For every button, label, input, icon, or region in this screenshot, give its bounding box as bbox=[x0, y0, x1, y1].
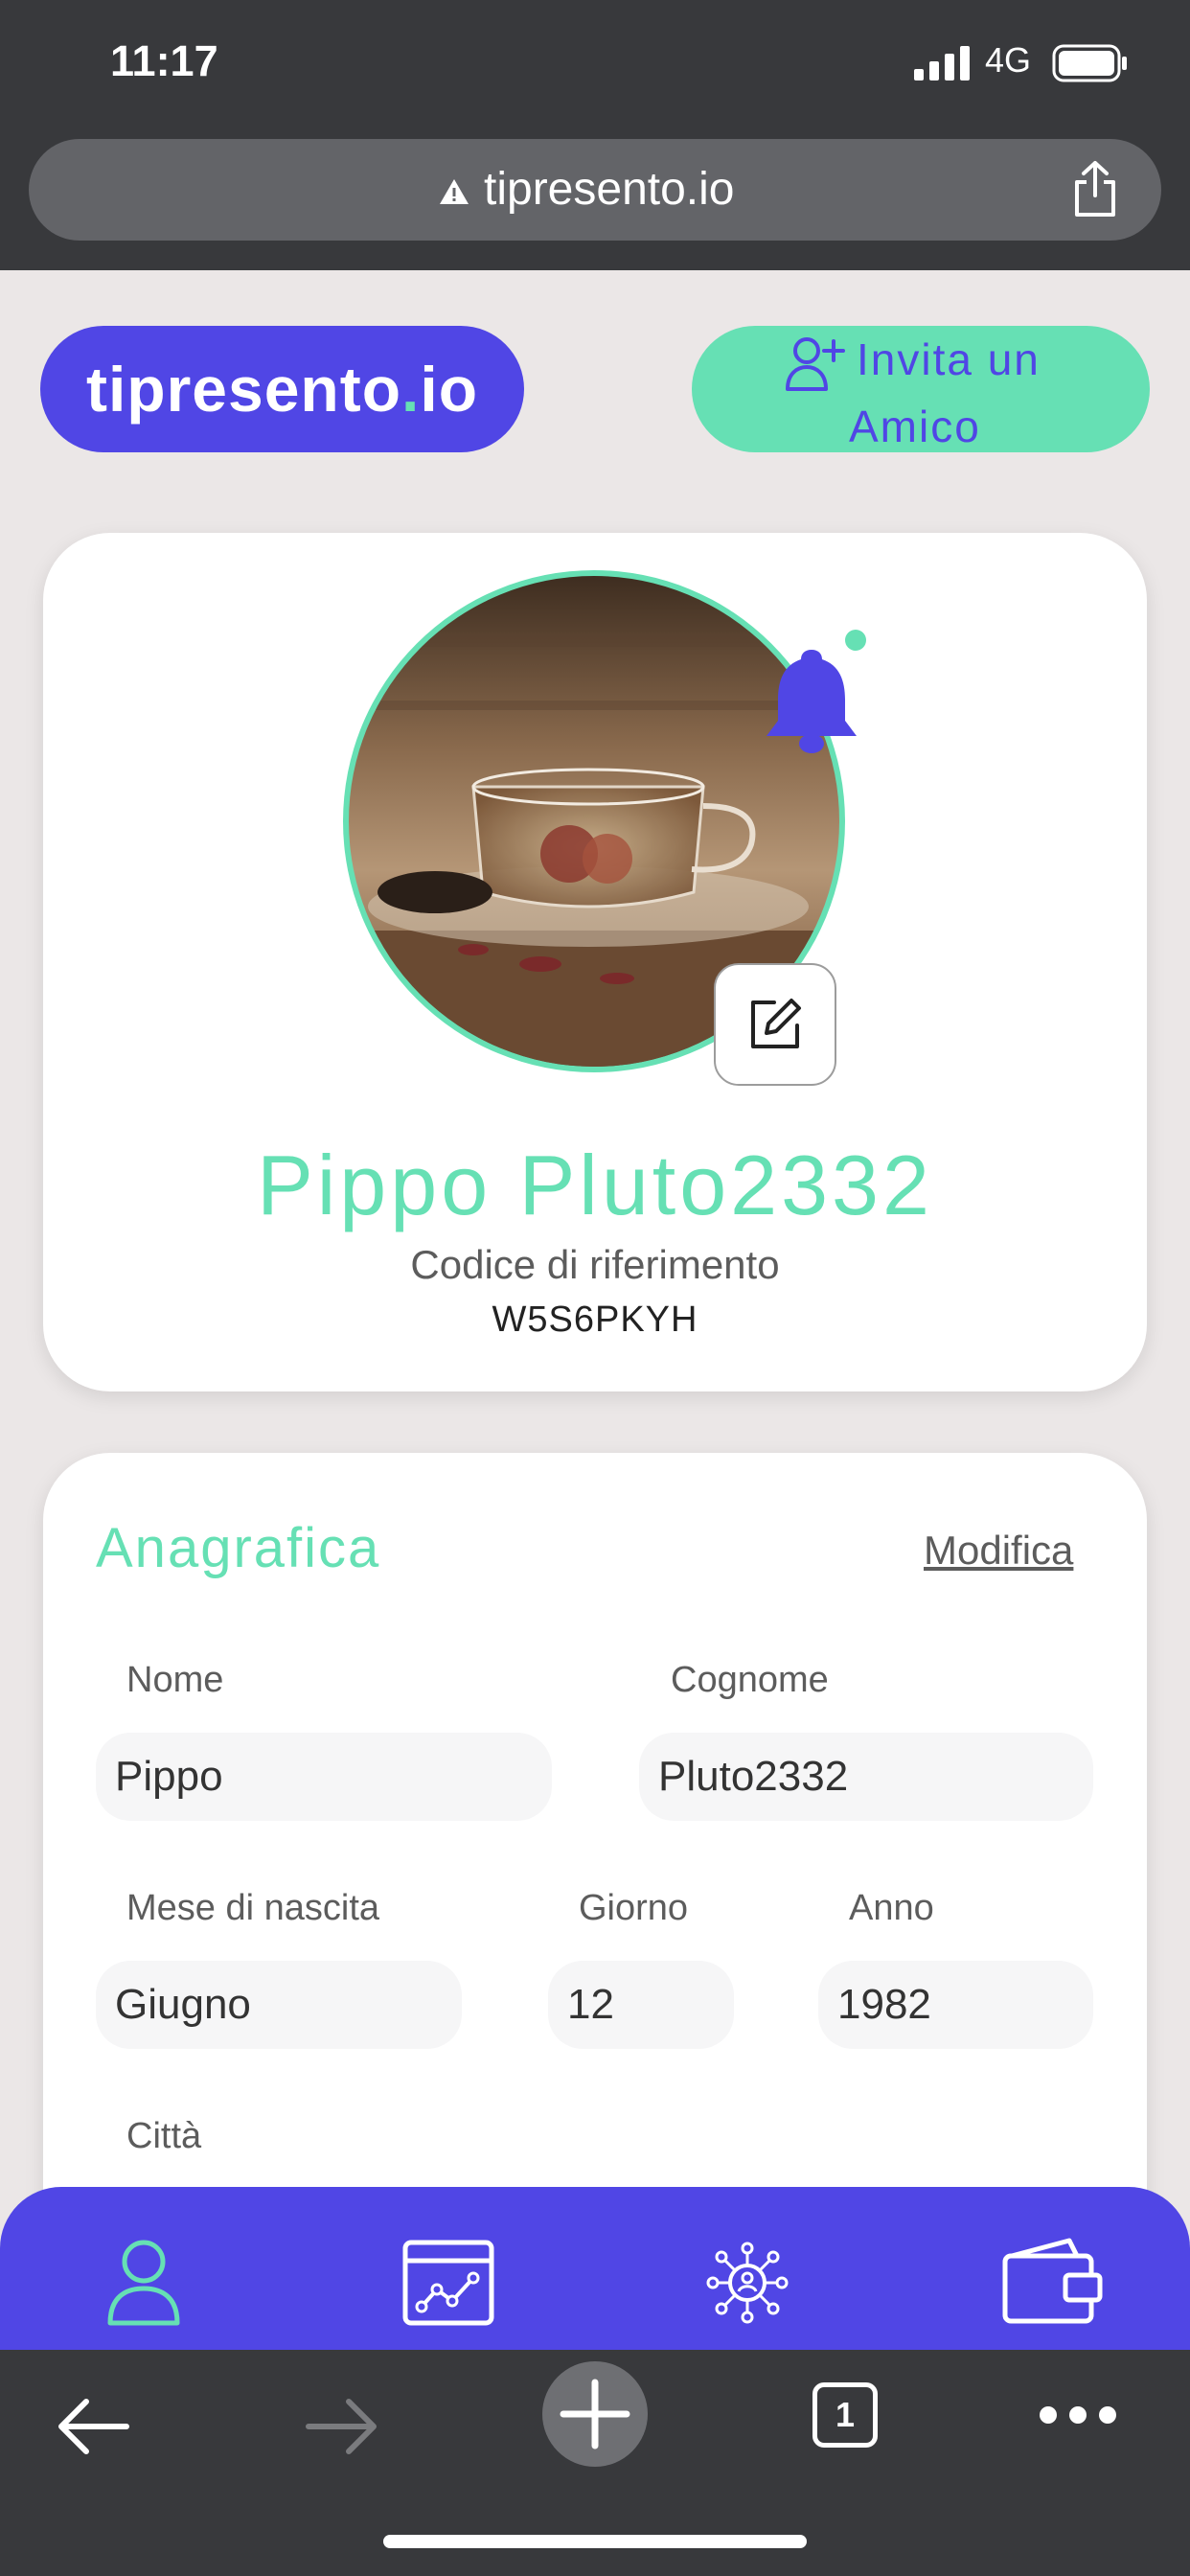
mese-label: Mese di nascita bbox=[126, 1888, 380, 1928]
edit-link[interactable]: Modifica bbox=[924, 1528, 1073, 1574]
add-user-icon bbox=[786, 337, 845, 391]
citta-label: Città bbox=[126, 2116, 202, 2156]
tabs-button[interactable]: 1 bbox=[812, 2382, 878, 2448]
home-indicator[interactable] bbox=[383, 2535, 807, 2548]
profile-name: Pippo Pluto2332 bbox=[257, 1138, 933, 1232]
wallet-icon[interactable] bbox=[1002, 2237, 1104, 2325]
anagrafica-card bbox=[43, 1453, 1147, 2315]
nome-field[interactable]: Pippo bbox=[96, 1733, 552, 1821]
invite-label-line2: Amico bbox=[849, 402, 981, 451]
giorno-label: Giorno bbox=[579, 1888, 689, 1928]
anagrafica-title: Anagrafica bbox=[96, 1517, 381, 1579]
referral-label: Codice di riferimento bbox=[410, 1242, 780, 1287]
network-icon[interactable] bbox=[705, 2241, 790, 2325]
mese-field[interactable]: Giugno bbox=[96, 1961, 462, 2049]
back-icon[interactable] bbox=[56, 2396, 130, 2457]
more-icon[interactable] bbox=[1039, 2405, 1117, 2425]
cognome-field[interactable]: Pluto2332 bbox=[639, 1733, 1093, 1821]
forward-icon[interactable] bbox=[305, 2396, 379, 2457]
giorno-field[interactable]: 12 bbox=[548, 1961, 734, 2049]
bell-icon[interactable] bbox=[765, 644, 858, 757]
nome-label: Nome bbox=[126, 1660, 224, 1700]
anno-label: Anno bbox=[849, 1888, 934, 1928]
chart-icon[interactable] bbox=[402, 2240, 494, 2326]
cognome-label: Cognome bbox=[671, 1660, 829, 1700]
network-type: 4G bbox=[985, 40, 1032, 80]
anno-field[interactable]: 1982 bbox=[818, 1961, 1093, 2049]
new-tab-icon[interactable] bbox=[542, 2361, 648, 2467]
signal-icon bbox=[914, 46, 970, 80]
logo: tipresento.io bbox=[85, 354, 479, 425]
share-icon[interactable] bbox=[1071, 159, 1119, 218]
user-icon[interactable] bbox=[105, 2239, 182, 2327]
referral-code: W5S6PKYH bbox=[492, 1300, 698, 1340]
status-time: 11:17 bbox=[110, 36, 218, 85]
warning-icon bbox=[440, 179, 469, 204]
tab-count: 1 bbox=[835, 2395, 856, 2434]
edit-icon bbox=[751, 999, 801, 1048]
edit-photo-button[interactable] bbox=[714, 963, 836, 1086]
notification-dot bbox=[845, 630, 866, 651]
invite-label-line1: Invita un bbox=[857, 334, 1041, 384]
logo-button[interactable]: tipresento.io bbox=[40, 326, 524, 452]
battery-icon bbox=[1052, 44, 1127, 82]
url-text[interactable]: tipresento.io bbox=[484, 163, 735, 216]
bottom-nav bbox=[0, 2187, 1190, 2350]
